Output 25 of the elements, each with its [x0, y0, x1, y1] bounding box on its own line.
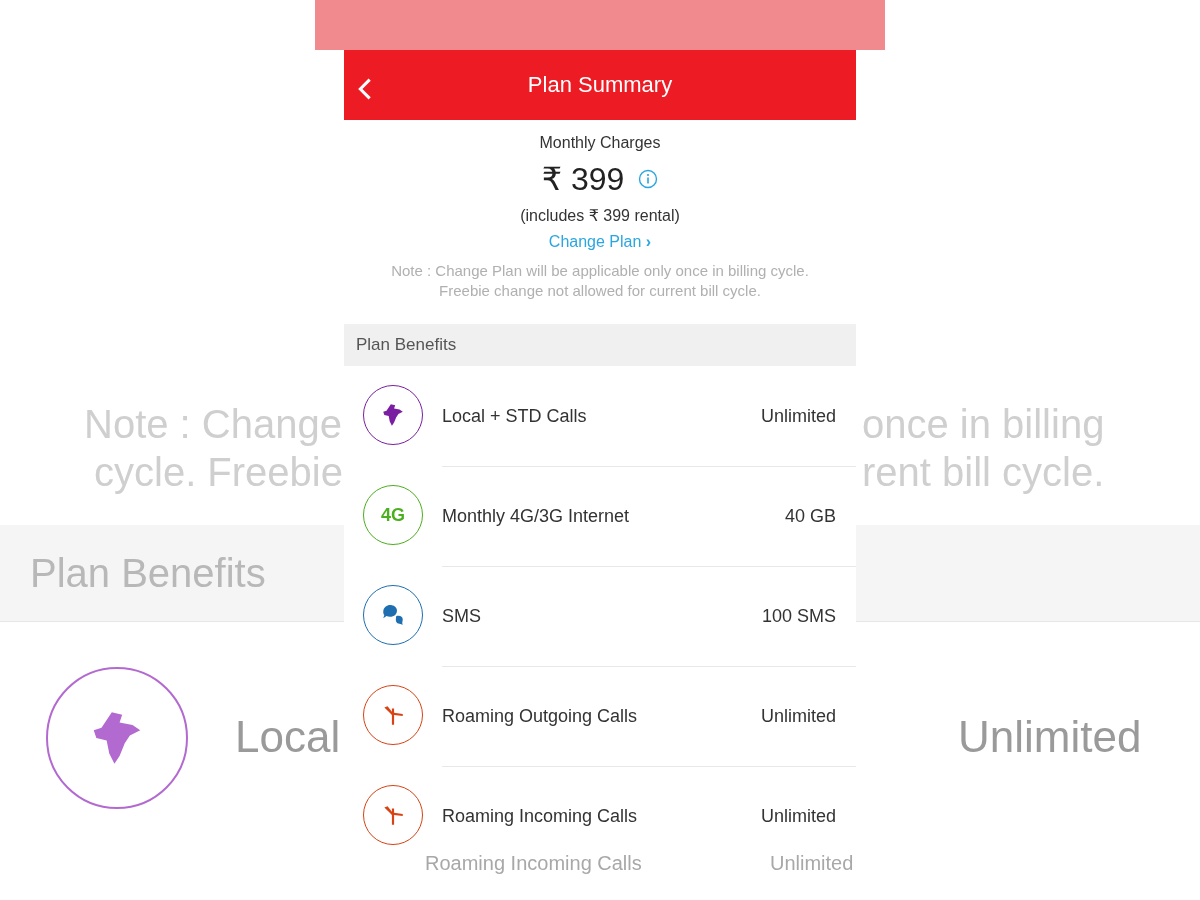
- charges-label: Monthly Charges: [539, 134, 661, 152]
- benefit-value: Unlimited: [770, 852, 854, 875]
- benefit-label: Local: [235, 712, 341, 762]
- network-label: 4G: [381, 504, 405, 526]
- screen-title: Plan Summary: [527, 72, 673, 98]
- benefit-label: Roaming Incoming Calls: [442, 806, 638, 827]
- benefit-label: Local + STD Calls: [442, 405, 587, 427]
- benefit-value: 100 SMS: [761, 606, 836, 627]
- benefit-value: Unlimited: [760, 405, 836, 427]
- info-icon: [638, 169, 659, 189]
- benefit-label: Roaming Incoming Calls: [425, 852, 642, 875]
- benefit-value: 40 GB: [784, 506, 836, 527]
- benefit-value: Unlimited: [958, 712, 1142, 762]
- benefit-label: Monthly 4G/3G Internet: [442, 506, 630, 527]
- price: ₹ 399: [541, 160, 625, 198]
- section-title: Plan Benefits: [356, 335, 457, 355]
- section-title: Plan Benefits: [30, 551, 266, 596]
- note-text: Note : Change Plan will be applicable only once in billing cycle. Freebie change not allowed for current bill cycle.: [390, 261, 810, 301]
- rental-note: (includes ₹ 399 rental): [520, 206, 680, 225]
- benefit-value: Unlimited: [760, 706, 836, 727]
- benefit-label: SMS: [442, 606, 481, 627]
- info-button[interactable]: [638, 169, 659, 189]
- change-plan-link[interactable]: Change Plan ›: [548, 233, 652, 251]
- benefit-label: Roaming Outgoing Calls: [442, 706, 638, 727]
- benefit-value: Unlimited: [760, 806, 836, 827]
